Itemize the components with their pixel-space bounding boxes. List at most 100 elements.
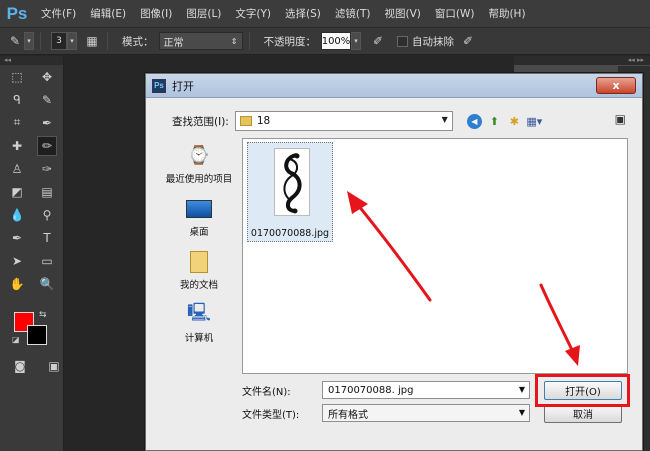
file-name-label: 0170070088.jpg <box>250 228 330 239</box>
divider <box>248 32 250 50</box>
divider <box>40 32 41 50</box>
place-recent[interactable]: ⌚ 最近使用的项目 <box>162 138 236 191</box>
blur-tool-icon[interactable]: 💧 <box>7 205 27 225</box>
opacity-input[interactable]: 100% <box>321 32 351 50</box>
eraser-tool-icon[interactable]: ◩ <box>7 182 27 202</box>
menu-file[interactable]: 文件(F) <box>34 6 83 21</box>
place-label: 最近使用的项目 <box>165 173 233 185</box>
clone-stamp-tool-icon[interactable]: ♙ <box>7 159 27 179</box>
view-menu-icon[interactable]: ▦▾ <box>526 114 542 129</box>
new-folder-icon[interactable]: ✱ <box>507 114 522 129</box>
screen-mode-icon[interactable]: ▣ <box>44 356 64 376</box>
chevron-down-icon: ▼ <box>441 115 448 124</box>
crop-tool-icon[interactable]: ⌗ <box>7 113 27 133</box>
mode-label: 模式： <box>122 35 154 48</box>
background-color-swatch[interactable] <box>27 325 47 345</box>
history-brush-tool-icon[interactable]: ✑ <box>37 159 57 179</box>
place-label: 计算机 <box>184 332 214 344</box>
menu-filter[interactable]: 滤镜(T) <box>328 6 378 21</box>
auto-erase-label: 自动抹除 <box>412 35 454 48</box>
hand-tool-icon[interactable]: ✋ <box>7 274 27 294</box>
brush-size-dropdown-arrow[interactable]: ▾ <box>67 32 77 50</box>
swirl-ornament-icon <box>283 153 302 214</box>
place-label: 桌面 <box>189 226 209 238</box>
close-button[interactable]: x <box>596 77 636 94</box>
dodge-tool-icon[interactable]: ⚲ <box>37 205 57 225</box>
mode-select[interactable]: 正常 ⇕ <box>158 32 243 50</box>
marquee-tool-icon[interactable]: ⬚ <box>7 67 27 87</box>
opacity-dropdown-arrow[interactable]: ▾ <box>351 32 361 50</box>
menu-view[interactable]: 视图(V) <box>377 6 427 21</box>
brush-size-box[interactable]: 3 <box>51 32 67 50</box>
places-bar: ⌚ 最近使用的项目 桌面 我的文档 🖳 计算机 <box>162 138 236 436</box>
preset-dropdown-arrow[interactable]: ▾ <box>24 32 34 50</box>
quick-select-tool-icon[interactable]: ✎ <box>37 90 57 110</box>
menu-image[interactable]: 图像(I) <box>133 6 179 21</box>
auto-erase-checkbox[interactable] <box>397 35 408 47</box>
divider <box>107 32 108 50</box>
recent-items-icon: ⌚ <box>187 145 211 166</box>
file-item[interactable]: 0170070088.jpg <box>247 142 333 242</box>
file-name-value: 0170070088. jpg <box>328 384 414 396</box>
up-folder-icon[interactable]: ⬆ <box>487 114 502 129</box>
spinner-icon: ⇕ <box>230 36 238 46</box>
menu-type[interactable]: 文字(Y) <box>228 6 278 21</box>
opacity-label: 不透明度： <box>263 35 317 48</box>
healing-brush-tool-icon[interactable]: ✚ <box>7 136 27 156</box>
back-icon[interactable]: ◀ <box>466 113 482 129</box>
chevron-down-icon[interactable]: ▼ <box>519 408 525 417</box>
path-select-tool-icon[interactable]: ➤ <box>7 251 27 271</box>
menu-select[interactable]: 选择(S) <box>278 6 328 21</box>
menu-layer[interactable]: 图层(L) <box>179 6 228 21</box>
look-in-label: 查找范围(I): <box>172 115 229 128</box>
pen-tool-icon[interactable]: ✒ <box>7 228 27 248</box>
look-in-select[interactable]: 18 ▼ <box>234 111 453 131</box>
annotation-highlight-box <box>535 374 630 407</box>
menu-edit[interactable]: 编辑(E) <box>83 6 133 21</box>
place-label: 我的文档 <box>179 279 218 291</box>
shape-tool-icon[interactable]: ▭ <box>37 251 57 271</box>
gradient-tool-icon[interactable]: ▤ <box>37 182 57 202</box>
menu-bar: Ps 文件(F) 编辑(E) 图像(I) 图层(L) 文字(Y) 选择(S) 滤… <box>0 0 650 28</box>
app-logo: Ps <box>6 3 28 23</box>
collapse-icon[interactable]: ◂◂ <box>0 56 63 65</box>
documents-icon <box>190 250 208 273</box>
eyedropper-tool-icon[interactable]: ✒ <box>37 113 57 133</box>
file-name-label: 文件名(N): <box>242 386 291 398</box>
menu-window[interactable]: 窗口(W) <box>428 6 482 21</box>
file-type-label: 文件类型(T): <box>242 409 300 421</box>
menu-help[interactable]: 帮助(H) <box>481 6 532 21</box>
place-computer[interactable]: 🖳 计算机 <box>162 297 236 350</box>
folder-icon <box>239 116 252 126</box>
photoshop-icon: Ps <box>152 78 166 93</box>
place-desktop[interactable]: 桌面 <box>162 191 236 244</box>
type-tool-icon[interactable]: T <box>37 228 57 248</box>
file-type-value: 所有格式 <box>328 409 368 421</box>
lasso-tool-icon[interactable]: ᑫ <box>7 90 27 110</box>
mode-value: 正常 <box>163 37 184 49</box>
default-colors-icon[interactable]: ◪ <box>12 335 20 344</box>
pressure-opacity-icon[interactable]: ✐ <box>369 32 387 50</box>
chevron-down-icon[interactable]: ▼ <box>519 385 525 394</box>
computer-icon: 🖳 <box>186 301 211 323</box>
move-tool-icon[interactable]: ✥ <box>37 67 57 87</box>
brush-preset-icon[interactable]: ✎ <box>6 32 24 50</box>
place-my-documents[interactable]: 我的文档 <box>162 244 236 297</box>
pencil-tool-icon[interactable]: ✏ <box>37 135 57 156</box>
brush-panel-icon[interactable]: ▦ <box>83 32 101 50</box>
file-type-select[interactable]: 所有格式 ▼ <box>322 404 530 422</box>
nav-toolbar: ◀ ⬆ ✱ ▦▾ <box>466 113 542 129</box>
file-list: 0170070088.jpg <box>242 138 628 374</box>
dialog-titlebar: Ps 打开 x <box>146 74 642 98</box>
options-bar: ✎ ▾ 3 ▾ ▦ 模式： 正常 ⇕ 不透明度： 100% ▾ ✐ 自动抹除 ✐ <box>0 28 650 55</box>
collapse-icon[interactable]: ◂◂ ▸▸ <box>514 56 650 65</box>
quick-mask-icon[interactable]: ◙ <box>10 356 30 376</box>
swap-colors-icon[interactable]: ⇆ <box>39 310 47 320</box>
desktop-icon <box>186 199 212 218</box>
look-in-value: 18 <box>256 115 271 127</box>
zoom-tool-icon[interactable]: 🔍 <box>37 274 57 294</box>
image-thumbnail <box>274 148 310 216</box>
pressure-size-icon[interactable]: ✐ <box>459 32 477 50</box>
desktop-shortcut-icon[interactable]: ▣ <box>615 112 626 126</box>
file-name-field[interactable]: 0170070088. jpg ▼ <box>322 381 530 399</box>
